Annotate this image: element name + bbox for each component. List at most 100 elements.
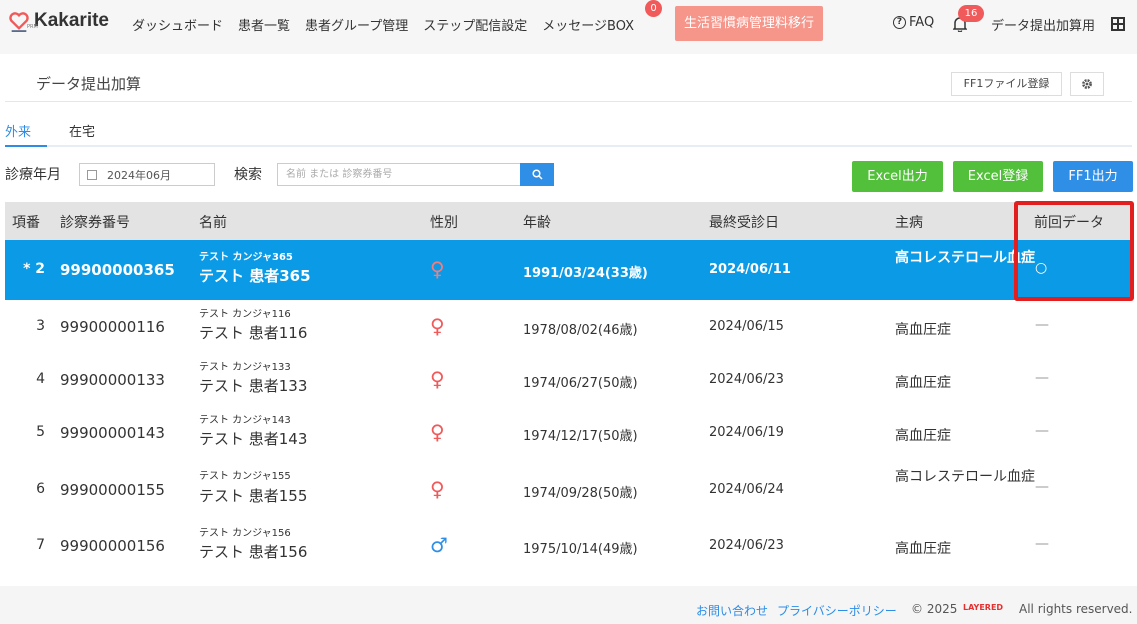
calendar-icon xyxy=(87,169,97,180)
logo-text: Kakarite xyxy=(34,10,109,31)
previous-data: — xyxy=(1035,423,1049,439)
privacy-link[interactable]: プライバシーポリシー xyxy=(777,602,897,619)
card-number: 99900000133 xyxy=(60,371,165,389)
main-nav: ダッシュボード 患者一覧 患者グループ管理 ステップ配信設定 メッセージBOX xyxy=(132,15,649,34)
brand-logo: LAYERED xyxy=(963,603,1004,612)
previous-data: — xyxy=(1035,317,1049,333)
nav-dashboard[interactable]: ダッシュボード xyxy=(132,15,223,34)
highlight-box xyxy=(1014,201,1134,301)
birth-date: 1978/08/02(46歳) xyxy=(523,323,638,338)
divider xyxy=(5,101,1132,102)
previous-data: — xyxy=(1035,370,1049,386)
row-number: * 2 xyxy=(23,261,45,277)
column-header[interactable]: 診察券番号 xyxy=(60,212,130,232)
logo[interactable]: Kakarite xyxy=(8,10,109,32)
patient-name: テスト 患者116 xyxy=(199,324,308,342)
female-icon: ♀ xyxy=(430,257,445,281)
column-header[interactable]: 項番 xyxy=(12,212,40,232)
month-value: 2024年06月 xyxy=(107,168,171,182)
birth-date: 1974/12/17(50歳) xyxy=(523,429,638,444)
month-picker[interactable]: 2024年06月 xyxy=(79,163,215,186)
patient-kana: テスト カンジャ365 xyxy=(199,252,293,263)
patient-kana: テスト カンジャ156 xyxy=(199,528,291,539)
row-number: 4 xyxy=(36,371,45,387)
nav-patient-groups[interactable]: 患者グループ管理 xyxy=(305,15,408,34)
birth-date: 1991/03/24(33歳) xyxy=(523,266,648,281)
excel-export-button[interactable]: Excel出力 xyxy=(852,161,943,192)
patient-name: テスト 患者143 xyxy=(199,430,308,448)
table-row[interactable]: 4 99900000133 テスト カンジャ133 テスト 患者133 ♀ 19… xyxy=(5,353,1132,406)
nav-message-box[interactable]: メッセージBOX xyxy=(542,15,634,34)
logo-subtext: PRM xyxy=(27,24,38,30)
message-count-badge: 0 xyxy=(645,0,662,17)
row-number: 7 xyxy=(36,537,45,553)
row-number: 3 xyxy=(36,318,45,334)
birth-date: 1974/09/28(50歳) xyxy=(523,486,638,501)
main-disease: 高コレステロール血症 xyxy=(895,469,1035,485)
column-header[interactable]: 主病 xyxy=(895,212,923,232)
main-disease: 高血圧症 xyxy=(895,322,951,338)
tab-underline xyxy=(5,145,1132,147)
gear-icon xyxy=(1082,79,1092,89)
top-navbar: Kakarite PRM ダッシュボード 患者一覧 患者グループ管理 ステップ配… xyxy=(0,0,1137,54)
ff1-export-button[interactable]: FF1出力 xyxy=(1053,161,1133,192)
tab-home-care[interactable]: 在宅 xyxy=(69,121,95,140)
female-icon: ♀ xyxy=(430,314,445,338)
ff1-register-button[interactable]: FF1ファイル登録 xyxy=(951,72,1062,96)
card-number: 99900000156 xyxy=(60,537,165,555)
column-header[interactable]: 年齢 xyxy=(523,212,551,232)
nav-step-delivery[interactable]: ステップ配信設定 xyxy=(423,15,527,34)
main-panel: データ提出加算 FF1ファイル登録 外来 在宅 診療年月 2024年06月 検索… xyxy=(0,54,1137,586)
table-row[interactable]: 5 99900000143 テスト カンジャ143 テスト 患者143 ♀ 19… xyxy=(5,406,1132,459)
tab-outpatient[interactable]: 外来 xyxy=(5,121,31,140)
migrate-button[interactable]: 生活習慣病管理料移行 xyxy=(675,6,823,41)
nav-patient-list[interactable]: 患者一覧 xyxy=(238,15,290,34)
card-number: 99900000143 xyxy=(60,424,165,442)
notification-badge: 16 xyxy=(958,5,984,22)
column-header[interactable]: 最終受診日 xyxy=(709,212,779,232)
active-tab-indicator xyxy=(5,145,47,147)
footer: お問い合わせ プライバシーポリシー © 2025 LAYERED All rig… xyxy=(0,586,1137,624)
contact-link[interactable]: お問い合わせ xyxy=(696,602,768,619)
last-visit: 2024/06/23 xyxy=(709,372,784,387)
table-row[interactable]: 7 99900000156 テスト カンジャ156 テスト 患者156 ♂ 19… xyxy=(5,519,1132,572)
user-menu[interactable]: データ提出加算用 xyxy=(991,15,1095,34)
column-header[interactable]: 性別 xyxy=(430,212,458,232)
last-visit: 2024/06/24 xyxy=(709,482,784,497)
row-number: 5 xyxy=(36,424,45,440)
female-icon: ♀ xyxy=(430,420,445,444)
patient-name: テスト 患者155 xyxy=(199,487,308,505)
table-row[interactable]: * 2 99900000365 テスト カンジャ365 テスト 患者365 ♀ … xyxy=(5,240,1132,300)
birth-date: 1975/10/14(49歳) xyxy=(523,542,638,557)
search-input[interactable]: 名前 または 診察券番号 xyxy=(277,163,521,186)
table-row[interactable]: 6 99900000155 テスト カンジャ155 テスト 患者155 ♀ 19… xyxy=(5,459,1132,519)
patient-name: テスト 患者365 xyxy=(199,267,311,285)
patient-name: テスト 患者156 xyxy=(199,543,308,561)
previous-data: — xyxy=(1035,479,1049,495)
patient-kana: テスト カンジャ133 xyxy=(199,362,291,373)
copyright: © 2025 xyxy=(911,602,958,616)
month-label: 診療年月 xyxy=(5,167,61,183)
last-visit: 2024/06/15 xyxy=(709,319,784,334)
last-visit: 2024/06/19 xyxy=(709,425,784,440)
patient-kana: テスト カンジャ143 xyxy=(199,415,291,426)
page-title: データ提出加算 xyxy=(36,75,142,93)
search-button[interactable] xyxy=(520,163,554,186)
faq-label: FAQ xyxy=(909,15,935,30)
patient-name: テスト 患者133 xyxy=(199,377,308,395)
main-disease: 高血圧症 xyxy=(895,375,951,391)
question-icon: ? xyxy=(893,16,906,29)
settings-button[interactable] xyxy=(1070,72,1104,96)
search-icon xyxy=(531,169,543,180)
table-row[interactable]: 3 99900000116 テスト カンジャ116 テスト 患者116 ♀ 19… xyxy=(5,300,1132,353)
card-number: 99900000365 xyxy=(60,261,175,279)
patient-kana: テスト カンジャ116 xyxy=(199,309,291,320)
male-icon: ♂ xyxy=(430,533,448,557)
faq-link[interactable]: ? FAQ xyxy=(893,15,934,30)
grid-icon[interactable] xyxy=(1111,17,1125,31)
card-number: 99900000155 xyxy=(60,481,165,499)
column-header[interactable]: 名前 xyxy=(199,212,227,232)
birth-date: 1974/06/27(50歳) xyxy=(523,376,638,391)
table-header: 項番 診察券番号 名前 性別 年齢 最終受診日 主病 前回データ xyxy=(5,202,1132,240)
excel-register-button[interactable]: Excel登録 xyxy=(953,161,1043,192)
